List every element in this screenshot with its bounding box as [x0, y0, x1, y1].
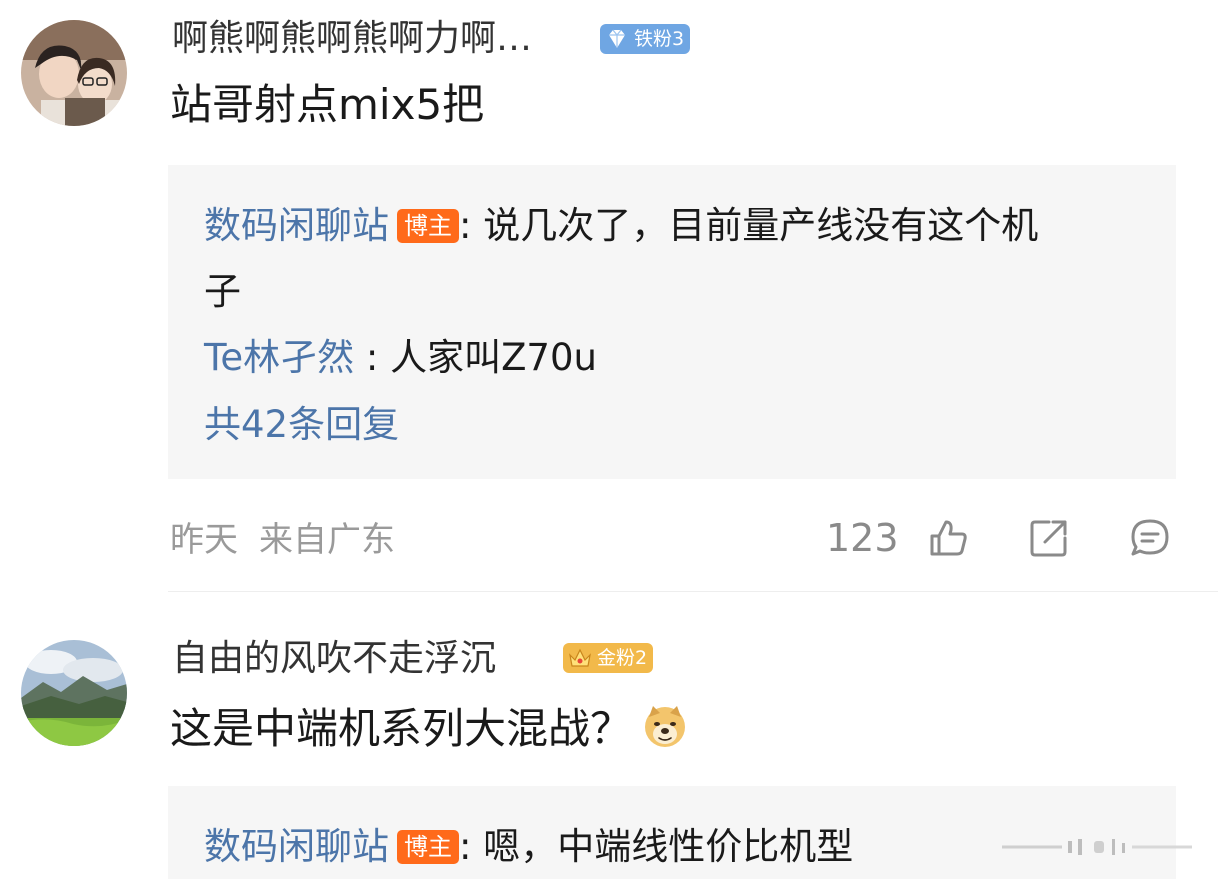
reply-item[interactable]: Te林孑然 : 人家叫Z70u	[204, 334, 597, 382]
avatar[interactable]	[21, 20, 127, 126]
fan-badge[interactable]: 铁粉3	[600, 24, 691, 54]
reply-preview-box[interactable]: 数码闲聊站 博主: 说几次了，目前量产线没有这个机 子 Te林孑然 : 人家叫Z7…	[168, 165, 1176, 479]
reply-separator: :	[354, 336, 391, 379]
comment-time: 昨天	[170, 520, 238, 560]
reply-text: 人家叫Z70u	[390, 336, 597, 379]
more-replies-link[interactable]: 共42条回复	[204, 401, 399, 449]
reply-item[interactable]: 数码闲聊站 博主: 说几次了，目前量产线没有这个机	[204, 202, 1038, 250]
reply-author[interactable]: Te林孑然	[204, 336, 354, 379]
host-tag: 博主	[397, 209, 459, 243]
comment-text: 这是中端机系列大混战？	[170, 702, 688, 756]
share-icon[interactable]	[1027, 516, 1071, 560]
comment-divider	[168, 591, 1218, 592]
reply-item[interactable]: 数码闲聊站 博主: 嗯，中端线性价比机型	[204, 823, 853, 871]
doge-emoji	[642, 703, 688, 749]
reply-separator: :	[459, 204, 484, 247]
comment-username[interactable]: 自由的风吹不走浮沉	[172, 637, 496, 681]
like-count: 123	[826, 516, 899, 560]
fan-badge-label: 铁粉3	[634, 28, 685, 50]
comment-username[interactable]: 啊熊啊熊啊熊啊力啊…	[172, 17, 532, 61]
reply-author[interactable]: 数码闲聊站	[204, 204, 389, 247]
avatar-photo	[21, 640, 127, 746]
watermark-graphic	[1002, 839, 1192, 855]
reply-preview-box[interactable]: 数码闲聊站 博主: 嗯，中端线性价比机型	[168, 786, 1176, 879]
fan-badge[interactable]: 金粉2	[563, 643, 654, 673]
reply-text: 嗯，中端线性价比机型	[483, 825, 854, 868]
thumbs-up-icon[interactable]	[926, 516, 970, 560]
reply-text-continued: 子	[204, 270, 241, 313]
avatar[interactable]	[21, 640, 127, 746]
avatar-photo	[21, 20, 127, 126]
reply-author[interactable]: 数码闲聊站	[204, 825, 389, 868]
comment-location: 来自广东	[259, 520, 395, 560]
host-tag: 博主	[397, 830, 459, 864]
reply-text: 说几次了，目前量产线没有这个机	[483, 204, 1039, 247]
reply-separator: :	[459, 825, 484, 868]
fan-badge-label: 金粉2	[597, 647, 648, 669]
crown-icon	[568, 647, 592, 669]
comment-text: 站哥射点mix5把	[170, 80, 485, 129]
comment-text-content: 这是中端机系列大混战？	[170, 704, 633, 753]
diamond-icon	[605, 28, 629, 50]
comment-icon[interactable]	[1128, 516, 1172, 560]
